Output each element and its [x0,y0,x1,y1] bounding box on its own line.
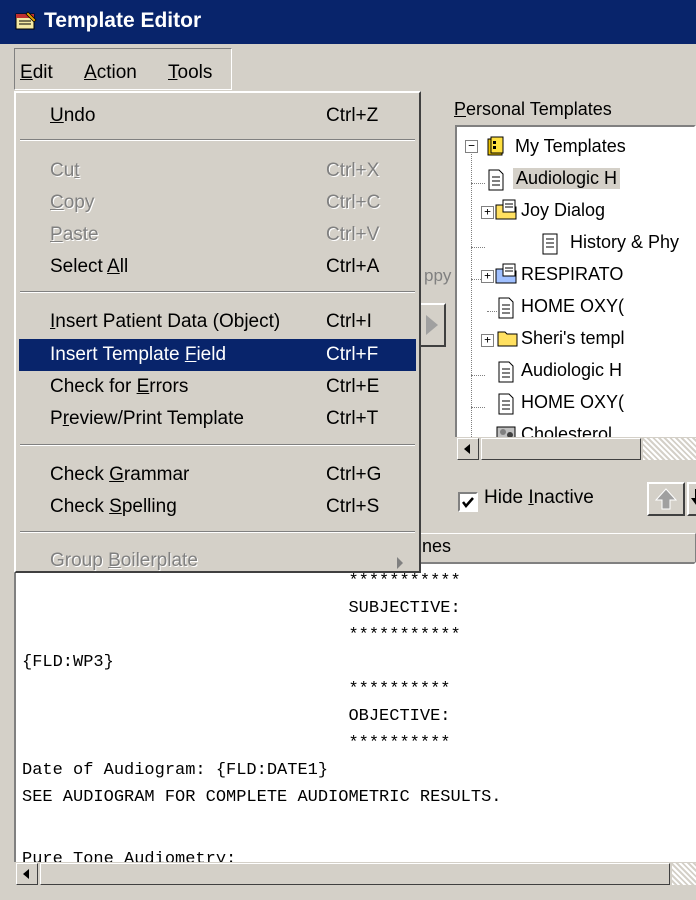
menu-item-group-boilerplate: Group Boilerplate [19,545,416,577]
move-up-button[interactable] [647,482,685,516]
scroll-thumb[interactable] [481,438,641,460]
scroll-thumb[interactable] [40,863,670,885]
menu-tools[interactable]: Tools [168,62,212,84]
menu-action[interactable]: Action [84,62,137,84]
menu-edit[interactable]: Edit [20,62,53,84]
my-templates-icon [487,136,504,156]
hide-inactive-checkbox[interactable] [458,492,478,512]
tree-item-joy-dialog[interactable]: Joy Dialog [521,200,605,221]
title-bar: Template Editor [0,0,696,44]
editor-line: Date of Audiogram: {FLD:DATE1} [22,761,329,780]
editor-line: OBJECTIVE: [22,707,451,726]
hide-inactive-label[interactable]: Hide Inactive [484,487,594,509]
copy-arrow-button[interactable] [418,303,446,347]
expand-toggle[interactable]: + [481,334,494,347]
menu-item-check-errors[interactable]: Check for Errors Ctrl+E [19,371,416,403]
move-down-button[interactable] [687,482,696,516]
tree-item-my-templates[interactable]: My Templates [515,136,626,157]
menu-item-preview-print[interactable]: Preview/Print Template Ctrl+T [19,403,416,435]
window-title: Template Editor [44,9,202,32]
editor-line: ********** [22,734,451,753]
menu-item-check-grammar[interactable]: Check Grammar Ctrl+G [19,459,416,491]
scroll-track[interactable] [672,863,696,885]
document-icon [488,169,504,191]
editor-line: {FLD:WP3} [22,653,114,672]
lines-label-fragment: nes [422,536,452,556]
arrow-left-icon [464,444,470,454]
editor-line: SUBJECTIVE: [22,599,461,618]
tree-horizontal-scrollbar[interactable] [455,437,696,461]
arrow-up-icon [654,488,678,510]
document-icon [498,361,514,383]
template-editor-icon [15,11,37,30]
expand-toggle[interactable]: + [481,206,494,219]
scroll-left-button[interactable] [16,863,38,885]
dialog-template-icon [495,263,517,284]
edit-menu-dropdown: Undo Ctrl+Z Cut Ctrl+X Copy Ctrl+C Paste… [14,91,421,573]
tree-item-history-phy[interactable]: History & Phy [570,232,679,253]
folder-icon [497,331,518,347]
document-icon [542,233,558,255]
template-text-editor[interactable]: *********** SUBJECTIVE: *********** {FLD… [14,562,696,864]
document-icon [498,393,514,415]
arrow-down-icon [691,489,696,505]
dialog-template-icon [495,199,517,220]
personal-templates-label: Personal Templates [454,99,612,119]
menu-item-check-spelling[interactable]: Check Spelling Ctrl+S [19,491,416,523]
arrow-left-icon [23,869,29,879]
expand-toggle[interactable]: + [481,270,494,283]
scroll-track[interactable] [643,438,696,460]
menu-item-select-all[interactable]: Select All Ctrl+A [19,251,416,283]
document-icon [498,297,514,319]
checkmark-icon [462,497,474,508]
tree-item-audiologic-selected[interactable]: Audiologic H [513,168,621,189]
menu-item-cut: Cut Ctrl+X [50,160,380,181]
arrow-right-icon [426,315,438,335]
editor-horizontal-scrollbar[interactable] [14,862,696,886]
menu-item-undo[interactable]: Undo Ctrl+Z [19,100,416,132]
tree-item-home-oxy-2[interactable]: HOME OXY( [521,392,624,413]
editor-line: ********** [22,680,451,699]
menu-item-paste: Paste Ctrl+V [50,224,380,245]
copy-label-fragment: ppy [424,266,452,285]
tree-item-respirato[interactable]: RESPIRATO [521,264,623,285]
collapse-toggle[interactable]: − [465,140,478,153]
personal-templates-tree[interactable]: − My Templates Audiologic H + Joy Dialog… [455,125,696,461]
editor-line: *********** [22,626,461,645]
tree-item-home-oxy[interactable]: HOME OXY( [521,296,624,317]
tree-item-audiologic[interactable]: Audiologic H [521,360,622,381]
submenu-arrow-icon [397,557,403,569]
menu-item-insert-patient-data[interactable]: Insert Patient Data (Object) Ctrl+I [19,306,416,338]
tree-item-sheris-templ[interactable]: Sheri's templ [521,328,624,349]
scroll-left-button[interactable] [457,438,479,460]
menu-item-copy: Copy Ctrl+C [50,192,381,213]
editor-line: SEE AUDIOGRAM FOR COMPLETE AUDIOMETRIC R… [22,788,502,807]
menu-item-insert-template-field[interactable]: Insert Template Field Ctrl+F [19,339,416,371]
